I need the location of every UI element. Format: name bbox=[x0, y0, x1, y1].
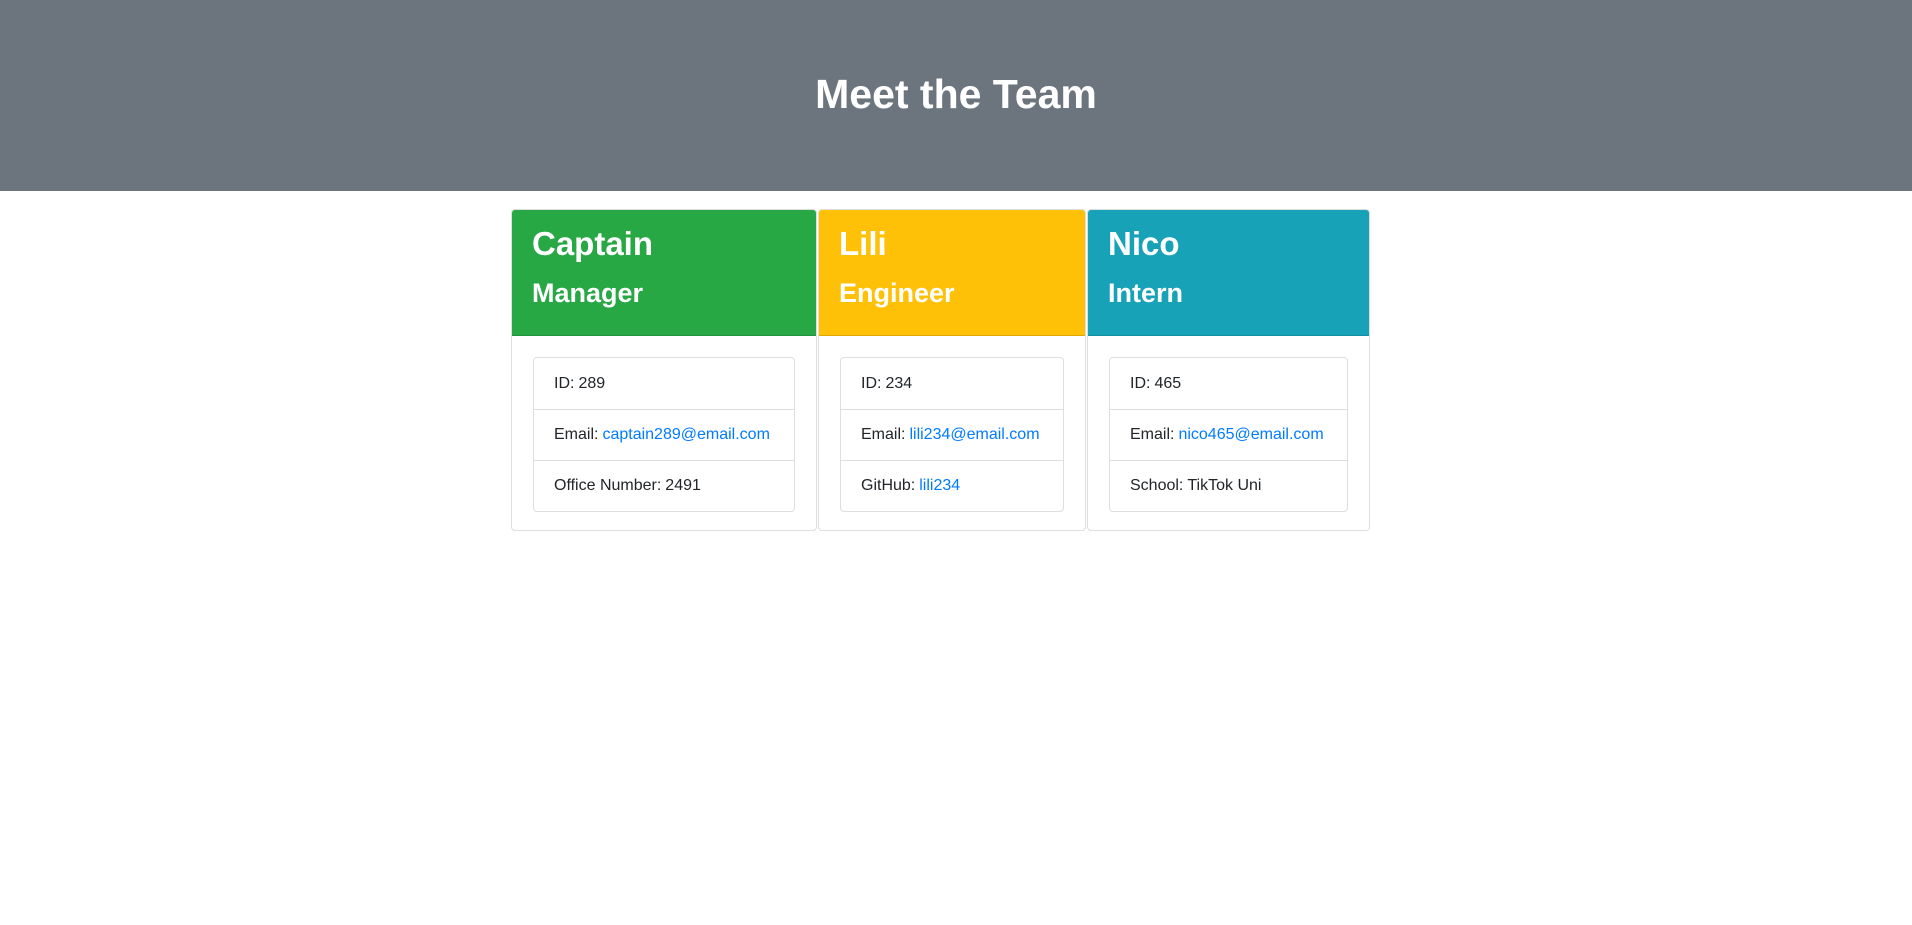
id-label: ID: bbox=[861, 374, 882, 392]
engineer-card-header: Lili Engineer bbox=[819, 210, 1085, 336]
intern-card-header: Nico Intern bbox=[1088, 210, 1369, 336]
engineer-card-body: ID: 234 Email: lili234@email.com GitHub:… bbox=[819, 336, 1085, 530]
email-link[interactable]: captain289@email.com bbox=[602, 426, 769, 444]
employee-email-row: Email: lili234@email.com bbox=[841, 409, 1063, 460]
team-cards: Captain Manager ID: 289 Email: captain28… bbox=[511, 209, 1370, 531]
page-title: Meet the Team bbox=[815, 70, 1097, 117]
employee-role: Manager bbox=[532, 278, 644, 308]
id-label: ID: bbox=[554, 374, 575, 392]
employee-details-list: ID: 234 Email: lili234@email.com GitHub:… bbox=[840, 357, 1064, 512]
github-link[interactable]: lili234 bbox=[919, 477, 960, 495]
id-value: 289 bbox=[578, 374, 606, 392]
manager-card: Captain Manager ID: 289 Email: captain28… bbox=[511, 209, 817, 531]
page-header: Meet the Team bbox=[0, 0, 1912, 191]
email-label: Email: bbox=[554, 426, 599, 443]
github-row: GitHub: lili234 bbox=[841, 460, 1063, 511]
manager-card-header: Captain Manager bbox=[512, 210, 816, 336]
employee-role: Intern bbox=[1108, 278, 1184, 308]
school-label: School: bbox=[1130, 477, 1184, 494]
employee-email-row: Email: captain289@email.com bbox=[534, 409, 794, 460]
employee-name: Captain bbox=[532, 225, 654, 262]
email-link[interactable]: lili234@email.com bbox=[909, 426, 1039, 444]
intern-card-body: ID: 465 Email: nico465@email.com School:… bbox=[1088, 336, 1369, 530]
employee-name: Nico bbox=[1108, 225, 1180, 262]
email-label: Email: bbox=[1130, 426, 1175, 443]
school-row: School: TikTok Uni bbox=[1110, 460, 1347, 511]
employee-details-list: ID: 465 Email: nico465@email.com School:… bbox=[1109, 357, 1348, 512]
intern-card: Nico Intern ID: 465 Email: nico465@email… bbox=[1087, 209, 1370, 531]
office-number-label: Office Number: bbox=[554, 477, 662, 494]
employee-name: Lili bbox=[839, 225, 887, 262]
employee-id-row: ID: 465 bbox=[1110, 358, 1347, 409]
id-value: 234 bbox=[885, 374, 913, 392]
email-link[interactable]: nico465@email.com bbox=[1178, 426, 1323, 444]
office-number-value: 2491 bbox=[665, 477, 701, 494]
id-value: 465 bbox=[1154, 374, 1182, 392]
manager-card-body: ID: 289 Email: captain289@email.com Offi… bbox=[512, 336, 816, 530]
email-label: Email: bbox=[861, 426, 906, 443]
school-value: TikTok Uni bbox=[1187, 477, 1262, 494]
github-label: GitHub: bbox=[861, 477, 916, 494]
engineer-card: Lili Engineer ID: 234 Email: lili234@ema… bbox=[818, 209, 1086, 531]
office-number-row: Office Number: 2491 bbox=[534, 460, 794, 511]
employee-details-list: ID: 289 Email: captain289@email.com Offi… bbox=[533, 357, 795, 512]
employee-email-row: Email: nico465@email.com bbox=[1110, 409, 1347, 460]
id-label: ID: bbox=[1130, 374, 1151, 392]
employee-id-row: ID: 289 bbox=[534, 358, 794, 409]
employee-id-row: ID: 234 bbox=[841, 358, 1063, 409]
employee-role: Engineer bbox=[839, 278, 955, 308]
